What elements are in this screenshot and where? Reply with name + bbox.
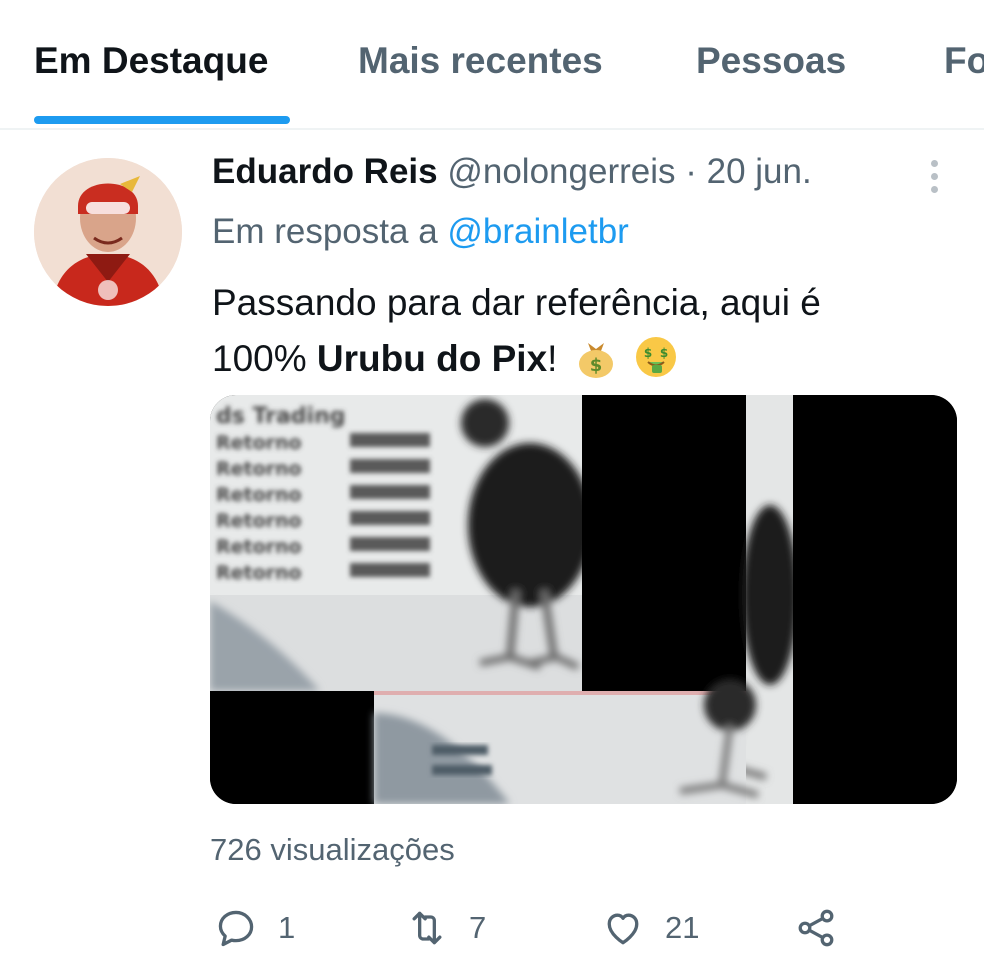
svg-text:$: $ xyxy=(660,346,668,360)
tab-em-destaque[interactable]: Em Destaque xyxy=(34,40,268,82)
tweet-date[interactable]: 20 jun. xyxy=(707,152,812,191)
text-bold: Urubu do Pix xyxy=(316,338,548,379)
retweet-button[interactable]: 7 xyxy=(405,900,486,956)
more-options-icon[interactable] xyxy=(926,156,944,196)
reply-context: Em resposta a @brainletbr xyxy=(212,212,629,252)
media-image: ds Trading Retorno Retorno Retorno Retor… xyxy=(210,395,957,804)
avatar-image xyxy=(34,158,182,306)
money-mouth-face-icon: $ $ xyxy=(636,337,676,377)
text-before: 100% xyxy=(212,338,317,379)
media-text-6: Retorno xyxy=(216,562,302,584)
tweet-media[interactable]: ds Trading Retorno Retorno Retorno Retor… xyxy=(210,395,957,804)
tweet-header: Eduardo Reis @nolongerreis · 20 jun. xyxy=(212,152,812,192)
media-text-1: Retorno xyxy=(216,432,302,454)
svg-text:$: $ xyxy=(589,355,602,376)
media-text-0: ds Trading xyxy=(216,404,346,429)
retweet-icon xyxy=(412,911,442,945)
media-text-5: Retorno xyxy=(216,536,302,558)
reply-mention[interactable]: @brainletbr xyxy=(447,212,628,251)
media-text-2: Retorno xyxy=(216,458,302,480)
text-after: ! xyxy=(547,338,558,379)
tab-mais-recentes[interactable]: Mais recentes xyxy=(358,40,603,82)
media-text-4: Retorno xyxy=(216,510,302,532)
heart-icon xyxy=(607,913,639,945)
svg-text:$: $ xyxy=(644,346,652,360)
author-handle[interactable]: @nolongerreis xyxy=(447,152,675,191)
tweet-actions: 1 7 21 xyxy=(0,900,984,960)
avatar[interactable] xyxy=(34,158,182,306)
search-tabs: Em Destaque Mais recentes Pessoas Fo xyxy=(0,0,984,130)
author-name[interactable]: Eduardo Reis xyxy=(212,152,438,191)
tab-pessoas[interactable]: Pessoas xyxy=(696,40,846,82)
money-bag-icon: $ xyxy=(578,343,613,378)
tab-fotos[interactable]: Fo xyxy=(944,40,984,82)
reply-count: 1 xyxy=(278,910,296,945)
share-icon xyxy=(798,909,834,947)
tweet-text-line2: 100% Urubu do Pix! $ $ $ xyxy=(212,331,932,387)
reply-prefix: Em resposta a xyxy=(212,212,438,251)
like-button[interactable]: 21 xyxy=(601,900,699,956)
view-count: 726 visualizações xyxy=(210,832,455,867)
reply-button[interactable]: 1 xyxy=(214,900,295,956)
tweet-text: Passando para dar referência, aqui é 100… xyxy=(212,275,932,387)
share-button[interactable] xyxy=(794,900,838,956)
tweet-text-line1: Passando para dar referência, aqui é xyxy=(212,282,821,323)
like-count: 21 xyxy=(665,910,700,945)
media-text-3: Retorno xyxy=(216,484,302,506)
active-tab-indicator xyxy=(34,116,290,124)
separator-dot: · xyxy=(685,152,697,191)
retweet-count: 7 xyxy=(469,910,487,945)
reply-icon xyxy=(218,910,254,947)
